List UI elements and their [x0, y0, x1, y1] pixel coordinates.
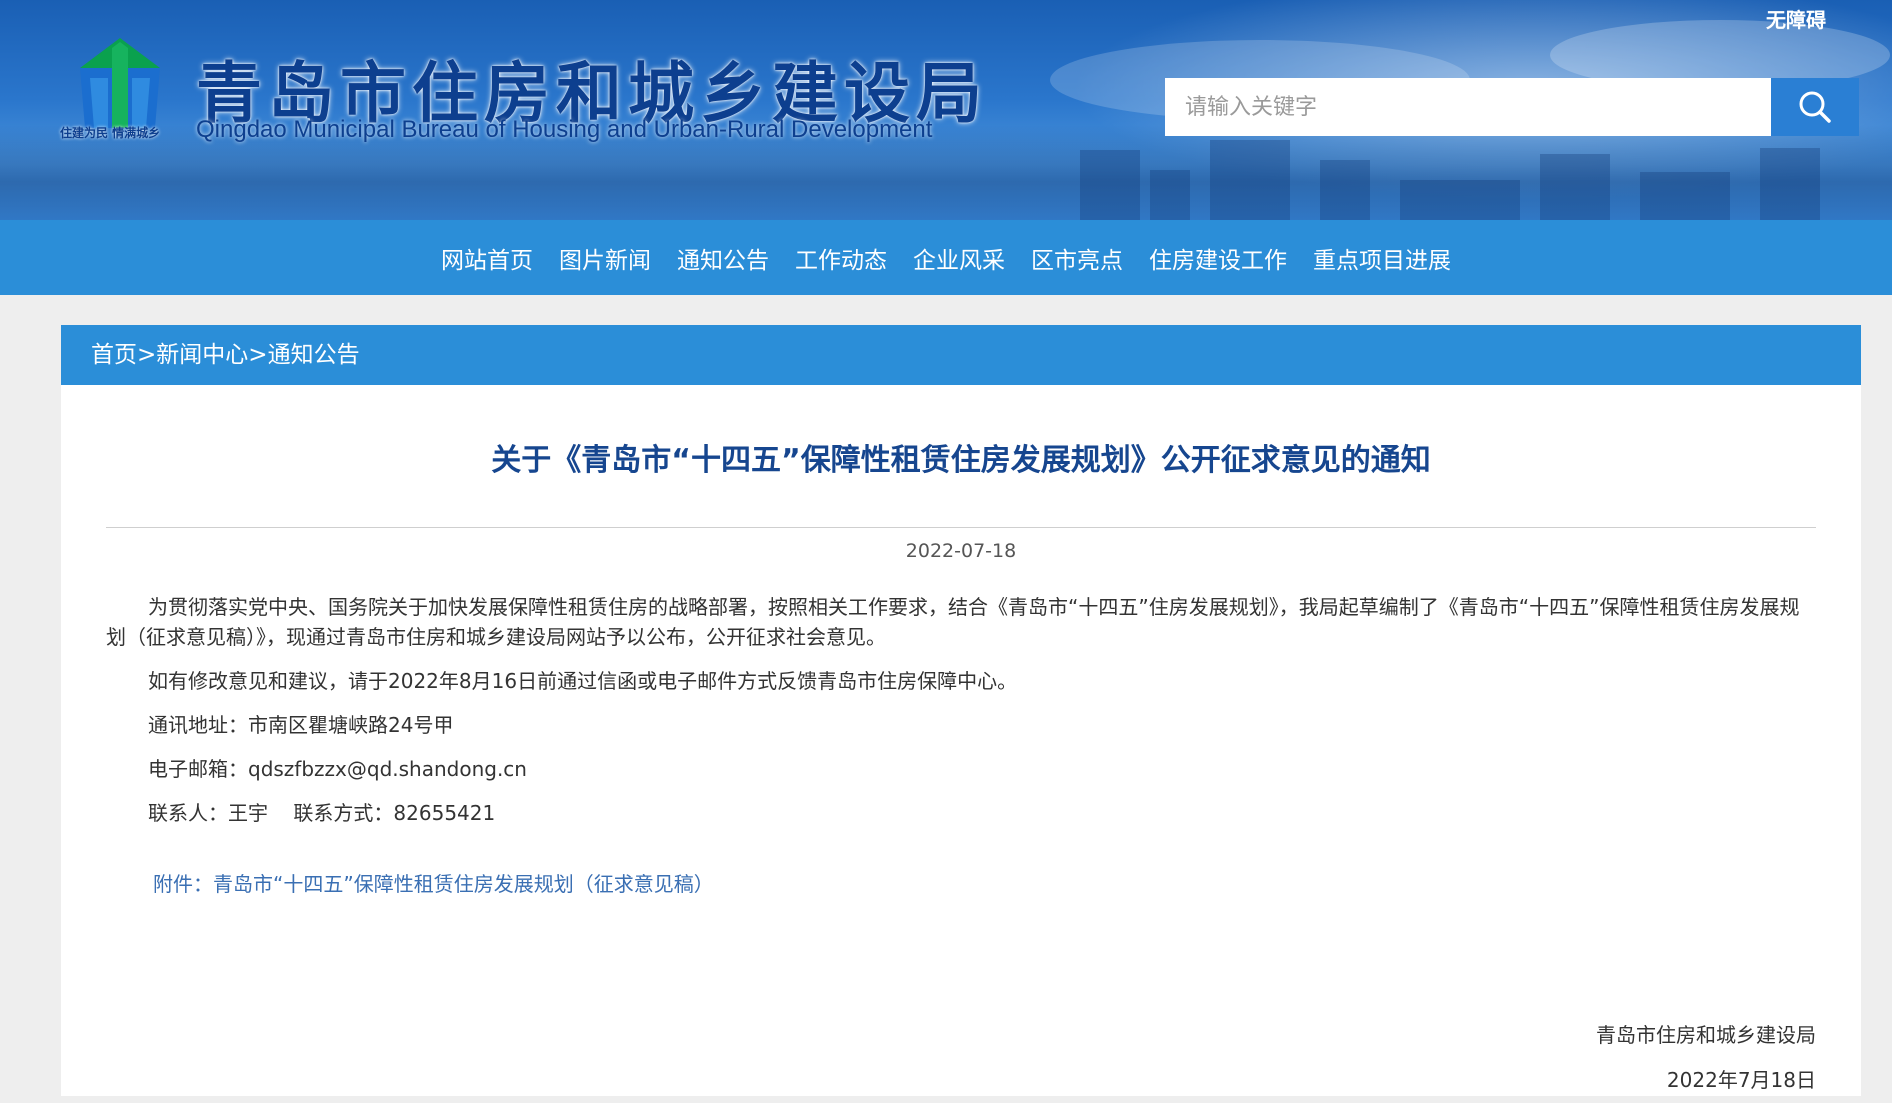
breadcrumb-home[interactable]: 首页 [91, 342, 137, 368]
site-header: 住建为民 情满城乡 青岛市住房和城乡建设局 Qingdao Municipal … [0, 0, 1892, 220]
breadcrumb: 首页>新闻中心>通知公告 [61, 325, 1861, 385]
search-button[interactable] [1771, 78, 1859, 136]
nav-item-home[interactable]: 网站首页 [441, 241, 533, 275]
nav-item-key-projects[interactable]: 重点项目进展 [1313, 241, 1451, 275]
nav-item-notices[interactable]: 通知公告 [677, 241, 769, 275]
breadcrumb-separator: > [137, 342, 157, 368]
article-body: 为贯彻落实党中央、国务院关于加快发展保障性租赁住房的战略部署，按照相关工作要求，… [106, 592, 1816, 828]
search-icon [1799, 91, 1831, 123]
nav-item-photo-news[interactable]: 图片新闻 [559, 241, 651, 275]
article-paragraph: 为贯彻落实党中央、国务院关于加快发展保障性租赁住房的战略部署，按照相关工作要求，… [106, 595, 1800, 649]
accessibility-link[interactable]: 无障碍 [1766, 4, 1826, 33]
search-input[interactable] [1165, 78, 1771, 136]
breadcrumb-separator: > [248, 342, 268, 368]
nav-item-district-highlights[interactable]: 区市亮点 [1031, 241, 1123, 275]
main-nav: 网站首页 图片新闻 通知公告 工作动态 企业风采 区市亮点 住房建设工作 重点项… [0, 220, 1892, 295]
signature-org: 青岛市住房和城乡建设局 [1596, 1023, 1816, 1047]
article-signature: 青岛市住房和城乡建设局 2022年7月18日 [1596, 1013, 1816, 1103]
breadcrumb-current[interactable]: 通知公告 [268, 342, 360, 368]
contact-address: 通讯地址：市南区瞿塘峡路24号甲 [148, 713, 454, 737]
contact-person: 联系人：王宇 联系方式：82655421 [148, 801, 496, 825]
signature-date: 2022年7月18日 [1666, 1068, 1816, 1092]
title-divider [106, 527, 1816, 528]
contact-email: 电子邮箱：qdszfbzzx@qd.shandong.cn [148, 757, 527, 781]
content-panel: 首页>新闻中心>通知公告 关于《青岛市“十四五”保障性租赁住房发展规划》公开征求… [61, 325, 1861, 1096]
article-paragraph: 如有修改意见和建议，请于2022年8月16日前通过信函或电子邮件方式反馈青岛市住… [148, 669, 1018, 693]
nav-item-work-updates[interactable]: 工作动态 [795, 241, 887, 275]
site-slogan: 住建为民 情满城乡 [60, 126, 161, 140]
article-date: 2022-07-18 [905, 540, 1017, 562]
nav-item-housing-work[interactable]: 住房建设工作 [1149, 241, 1287, 275]
attachment-link[interactable]: 附件：青岛市“十四五”保障性租赁住房发展规划（征求意见稿） [153, 868, 1816, 897]
nav-item-enterprise[interactable]: 企业风采 [913, 241, 1005, 275]
site-subtitle: Qingdao Municipal Bureau of Housing and … [196, 116, 933, 143]
breadcrumb-news-center[interactable]: 新闻中心 [156, 342, 248, 368]
article-title: 关于《青岛市“十四五”保障性租赁住房发展规划》公开征求意见的通知 [491, 443, 1431, 478]
